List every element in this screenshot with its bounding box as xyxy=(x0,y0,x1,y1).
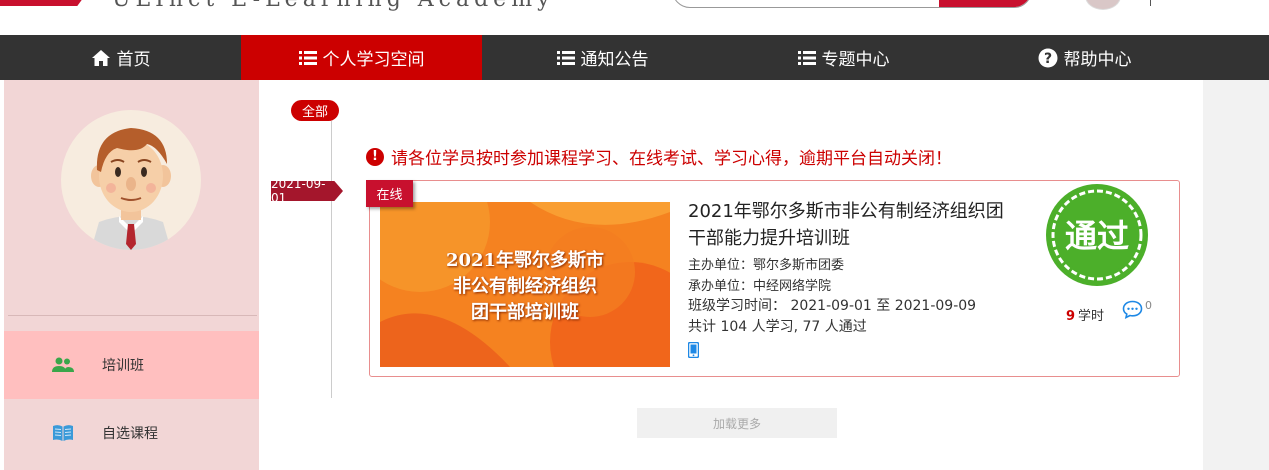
users-icon xyxy=(51,355,75,375)
notice-text: 请各位学员按时参加课程学习、在线考试、学习心得，逾期平台自动关闭！ xyxy=(391,149,952,169)
comment-icon xyxy=(1122,300,1143,323)
nav-notices[interactable]: 通知公告 xyxy=(482,35,723,80)
brand-name: ULInct E-Learning Academy xyxy=(112,0,555,12)
profile-avatar[interactable] xyxy=(61,110,201,250)
timeline-line xyxy=(331,121,332,398)
course-cover-image[interactable]: 2021年鄂尔多斯市 非公有制经济组织 团干部培训班 xyxy=(380,202,670,367)
course-period: 班级学习时间： 2021-09-01 至 2021-09-09 xyxy=(688,298,977,314)
nav-home[interactable]: 首页 xyxy=(0,35,241,80)
cover-title-line-2: 非公有制经济组织 xyxy=(453,276,597,297)
sidebar-divider xyxy=(8,315,257,316)
nav-topics-label: 专题中心 xyxy=(821,50,890,70)
exclamation-icon: ! xyxy=(366,147,384,166)
sidebar-item-label: 自选课程 xyxy=(102,426,158,442)
question-icon: ? xyxy=(1038,48,1058,68)
nav-personal-space-label: 个人学习空间 xyxy=(322,50,425,70)
list-icon xyxy=(298,50,317,66)
nav-help-label: 帮助中心 xyxy=(1063,50,1132,70)
course-undertaker: 承办单位：中经网络学院 xyxy=(688,279,832,294)
pass-stamp-text: 通过 xyxy=(1065,217,1129,255)
home-icon xyxy=(91,49,111,67)
list-icon xyxy=(797,50,816,66)
nav-help[interactable]: ? 帮助中心 xyxy=(964,35,1205,80)
top-header: ULInct E-Learning Academy xyxy=(0,0,1269,35)
hours-value: 9 xyxy=(1066,309,1076,324)
load-more-button[interactable]: 加载更多 xyxy=(637,408,837,438)
nav-home-label: 首页 xyxy=(116,50,151,70)
sidebar-item-elective-courses[interactable]: 自选课程 xyxy=(4,399,259,467)
cover-title-line-1: 2021年鄂尔多斯市 xyxy=(445,250,605,271)
online-tag: 在线 xyxy=(366,180,413,207)
nav-topics[interactable]: 专题中心 xyxy=(723,35,964,80)
nav-personal-space[interactable]: 个人学习空间 xyxy=(241,35,482,80)
hours-unit: 学时 xyxy=(1078,309,1105,324)
mobile-icon xyxy=(687,341,700,362)
nav-notices-label: 通知公告 xyxy=(580,50,649,70)
right-gutter xyxy=(1203,80,1269,470)
brand-logo xyxy=(0,0,92,6)
course-organizer: 主办单位：鄂尔多斯市团委 xyxy=(688,258,845,273)
course-date-tag: 2021-09-01 xyxy=(271,181,343,201)
cartoon-man-icon xyxy=(91,128,171,250)
notice-banner: ! 请各位学员按时参加课程学习、在线考试、学习心得，逾期平台自动关闭！ xyxy=(366,144,952,169)
course-hours: 9 学时 xyxy=(1066,305,1104,324)
sidebar-item-training-class[interactable]: 培训班 xyxy=(4,331,259,399)
pass-stamp: 通过 xyxy=(1045,183,1149,287)
comment-button[interactable]: 0 xyxy=(1122,299,1152,323)
search-input[interactable] xyxy=(672,0,1032,8)
sidebar-item-label: 培训班 xyxy=(102,358,144,374)
main-nav: 首页 个人学习空间 通知公告 专题中心 ? 帮助中心 xyxy=(0,35,1269,80)
filter-all-badge[interactable]: 全部 xyxy=(291,100,339,121)
list-icon xyxy=(556,50,575,66)
comment-count: 0 xyxy=(1145,299,1152,312)
course-title[interactable]: 2021年鄂尔多斯市非公有制经济组织团干部能力提升培训班 xyxy=(688,198,1018,252)
search-button[interactable] xyxy=(939,0,1031,7)
svg-text:?: ? xyxy=(1043,51,1051,67)
sidebar: 培训班 自选课程 xyxy=(4,80,259,470)
book-icon xyxy=(51,423,75,443)
user-avatar[interactable] xyxy=(1085,0,1121,10)
cover-title-line-3: 团干部培训班 xyxy=(471,302,579,323)
course-stats: 共计 104 人学习, 77 人通过 xyxy=(688,319,867,335)
header-divider xyxy=(1150,0,1151,6)
